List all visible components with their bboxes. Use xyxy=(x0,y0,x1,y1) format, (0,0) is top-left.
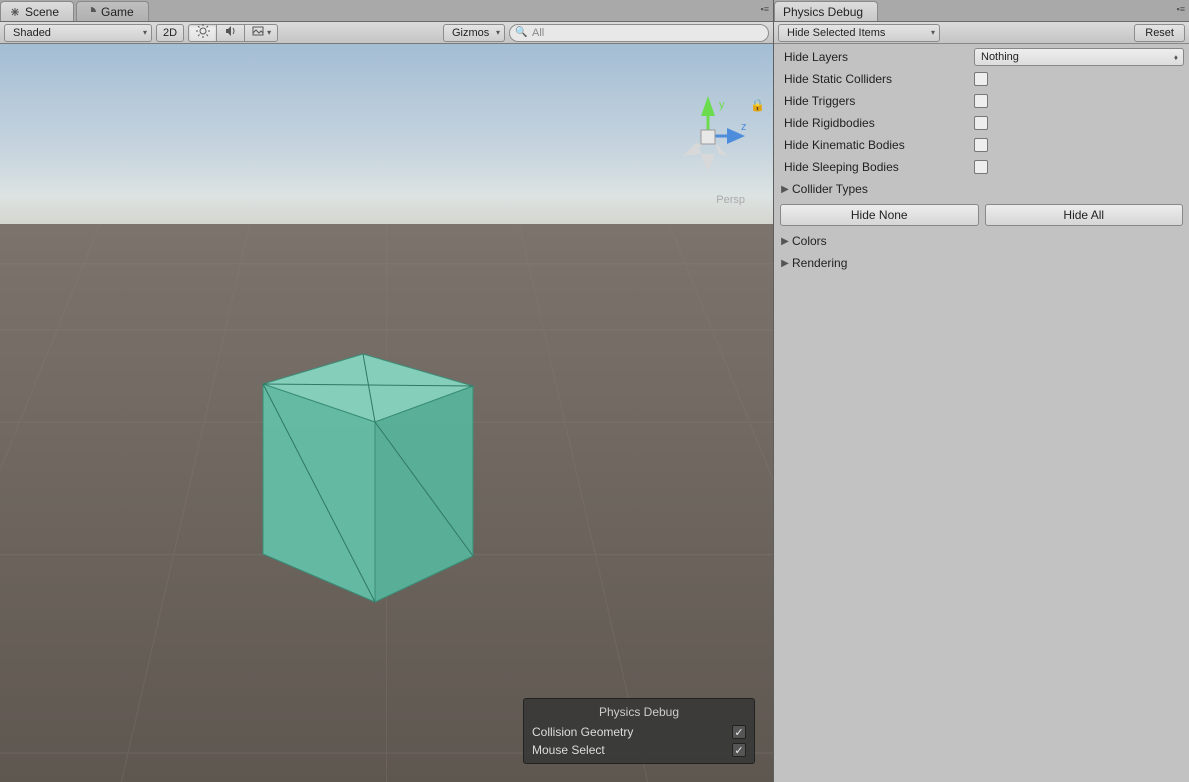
foldout-collider-types[interactable]: ▶ Collider Types xyxy=(778,178,1185,200)
overlay-row-mouse-select: Mouse Select ✓ xyxy=(530,741,748,759)
audio-toggle[interactable] xyxy=(216,24,244,42)
overlay-label: Mouse Select xyxy=(532,743,605,757)
label: Hide Kinematic Bodies xyxy=(784,138,974,152)
chevron-right-icon: ▶ xyxy=(778,236,792,247)
label: Hide Triggers xyxy=(784,94,974,108)
shading-dropdown[interactable]: Shaded xyxy=(4,24,152,42)
row-hide-sleeping-bodies: Hide Sleeping Bodies xyxy=(778,156,1185,178)
hide-none-label: Hide None xyxy=(851,208,908,222)
physics-debug-toolbar: Hide Selected Items Reset xyxy=(774,22,1189,44)
hide-sleeping-bodies-checkbox[interactable] xyxy=(974,160,988,174)
mode-2d-toggle[interactable]: 2D xyxy=(156,24,184,42)
row-hide-triggers: Hide Triggers xyxy=(778,90,1185,112)
fx-toggle[interactable]: ▾ xyxy=(244,24,278,42)
foldout-label: Collider Types xyxy=(792,182,868,196)
sky-background xyxy=(0,44,773,234)
foldout-label: Colors xyxy=(792,234,827,248)
gizmos-dropdown[interactable]: Gizmos xyxy=(443,24,505,42)
hide-triggers-checkbox[interactable] xyxy=(974,94,988,108)
chevron-down-icon: ▾ xyxy=(267,28,271,37)
lighting-toggle[interactable] xyxy=(188,24,216,42)
search-placeholder: All xyxy=(532,27,544,39)
shading-label: Shaded xyxy=(13,27,51,39)
scene-toolbar: Shaded 2D xyxy=(0,22,773,44)
hide-mode-label: Hide Selected Items xyxy=(787,27,885,39)
tab-scene-label: Scene xyxy=(25,5,59,19)
scene-viewport[interactable]: y z 🔒 Persp Physics Debug Collision Geom… xyxy=(0,44,773,782)
hide-rigidbodies-checkbox[interactable] xyxy=(974,116,988,130)
mode-2d-label: 2D xyxy=(163,27,177,39)
search-input[interactable]: All xyxy=(509,24,769,42)
row-hide-static-colliders: Hide Static Colliders xyxy=(778,68,1185,90)
panel-menu-icon[interactable]: ▪≡ xyxy=(1177,4,1185,14)
foldout-rendering[interactable]: ▶ Rendering xyxy=(778,252,1185,274)
reset-button[interactable]: Reset xyxy=(1134,24,1185,42)
row-hide-rigidbodies: Hide Rigidbodies xyxy=(778,112,1185,134)
orientation-gizmo[interactable]: y z xyxy=(663,94,753,184)
panel-menu-icon[interactable]: ▪≡ xyxy=(761,4,769,14)
label: Hide Static Colliders xyxy=(784,72,974,86)
tab-scene[interactable]: Scene xyxy=(0,1,74,21)
tab-physics-debug-label: Physics Debug xyxy=(783,5,863,19)
overlay-row-collision-geometry: Collision Geometry ✓ xyxy=(530,723,748,741)
label: Hide Rigidbodies xyxy=(784,116,974,130)
physics-debug-body: Hide Layers Nothing Hide Static Collider… xyxy=(774,44,1189,782)
audio-icon xyxy=(224,24,238,41)
hide-layers-dropdown[interactable]: Nothing xyxy=(974,48,1184,66)
scene-cube[interactable] xyxy=(255,324,495,604)
hide-static-colliders-checkbox[interactable] xyxy=(974,72,988,86)
overlay-title: Physics Debug xyxy=(530,703,748,723)
collision-geometry-checkbox[interactable]: ✓ xyxy=(732,725,746,739)
chevron-right-icon: ▶ xyxy=(778,184,792,195)
gizmos-label: Gizmos xyxy=(452,27,489,39)
tab-physics-debug[interactable]: Physics Debug xyxy=(774,1,878,21)
mouse-select-checkbox[interactable]: ✓ xyxy=(732,743,746,757)
physics-debug-panel: Physics Debug ▪≡ Hide Selected Items Res… xyxy=(774,0,1189,782)
tab-game-label: Game xyxy=(101,5,134,19)
hide-none-button[interactable]: Hide None xyxy=(780,204,979,226)
hide-all-label: Hide All xyxy=(1063,208,1104,222)
label-hide-layers: Hide Layers xyxy=(784,50,974,64)
chevron-right-icon: ▶ xyxy=(778,258,792,269)
game-icon xyxy=(85,6,97,18)
label: Hide Sleeping Bodies xyxy=(784,160,974,174)
row-hide-layers: Hide Layers Nothing xyxy=(778,46,1185,68)
tab-game[interactable]: Game xyxy=(76,1,149,21)
hide-kinematic-bodies-checkbox[interactable] xyxy=(974,138,988,152)
row-hide-kinematic-bodies: Hide Kinematic Bodies xyxy=(778,134,1185,156)
hide-all-button[interactable]: Hide All xyxy=(985,204,1184,226)
tab-bar: Scene Game ▪≡ xyxy=(0,0,773,22)
physics-debug-overlay: Physics Debug Collision Geometry ✓ Mouse… xyxy=(523,698,755,764)
axis-z-label: z xyxy=(741,121,747,133)
overlay-label: Collision Geometry xyxy=(532,725,633,739)
hide-mode-dropdown[interactable]: Hide Selected Items xyxy=(778,24,940,42)
scene-toggles: ▾ xyxy=(188,24,278,42)
scene-icon xyxy=(9,6,21,18)
right-tab-bar: Physics Debug ▪≡ xyxy=(774,0,1189,22)
projection-label[interactable]: Persp xyxy=(716,194,745,206)
sun-icon xyxy=(196,24,210,41)
hide-buttons-row: Hide None Hide All xyxy=(778,200,1185,230)
lock-icon[interactable]: 🔒 xyxy=(750,98,765,112)
scene-panel: Scene Game ▪≡ Shaded 2D xyxy=(0,0,774,782)
foldout-label: Rendering xyxy=(792,256,847,270)
hide-layers-value: Nothing xyxy=(981,51,1019,63)
axis-y-label: y xyxy=(719,99,725,111)
foldout-colors[interactable]: ▶ Colors xyxy=(778,230,1185,252)
image-icon xyxy=(251,24,265,41)
reset-label: Reset xyxy=(1145,27,1174,39)
